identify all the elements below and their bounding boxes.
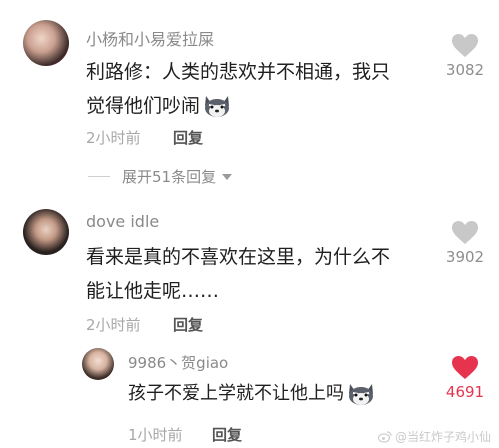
husky-emoji-icon: [349, 384, 373, 405]
reply-text-line: 孩子不爱上学就不让他上吗: [128, 383, 344, 404]
expand-replies-link[interactable]: 展开51条回复: [122, 166, 234, 187]
comment-text-line-2: 觉得他们吵闹: [86, 89, 436, 123]
reply-username[interactable]: 9986丶贺giao: [128, 352, 228, 373]
reply-text: 孩子不爱上学就不让他上吗: [128, 377, 376, 411]
like-count: 3082: [445, 61, 485, 79]
comment-time: 2小时前: [86, 129, 141, 147]
reply-button[interactable]: 回复: [173, 127, 203, 148]
heart-icon[interactable]: [451, 220, 479, 245]
reply-time: 1小时前: [128, 426, 183, 444]
heart-filled-icon[interactable]: [451, 355, 479, 380]
reply-button[interactable]: 回复: [173, 314, 203, 335]
comment-username[interactable]: 小杨和小易爱拉屎: [86, 26, 214, 50]
like-count: 3902: [445, 248, 485, 266]
comment-text-line: 觉得他们吵闹: [86, 95, 201, 117]
comment-text-line: 利路修：人类的悲欢并不相通，我只: [86, 61, 391, 83]
comment-time: 2小时前: [86, 316, 141, 334]
like-count: 4691: [445, 383, 485, 401]
heart-icon[interactable]: [451, 33, 479, 58]
weibo-logo-icon: [378, 430, 392, 443]
caret-down-icon: [222, 173, 233, 180]
avatar[interactable]: [23, 209, 69, 255]
avatar[interactable]: [23, 20, 69, 66]
comment-text-line: 看来是真的不喜欢在这里，为什么不: [86, 246, 391, 268]
watermark: @当红炸子鸡小仙: [378, 428, 491, 445]
divider-line: [88, 176, 110, 177]
expand-replies-label: 展开51条回复: [122, 168, 217, 186]
comment-username[interactable]: dove idle: [86, 212, 159, 231]
watermark-text: @当红炸子鸡小仙: [395, 430, 492, 444]
husky-emoji-icon: [205, 96, 230, 117]
comment-text: 利路修：人类的悲欢并不相通，我只 觉得他们吵闹: [86, 55, 436, 123]
comment-text: 看来是真的不喜欢在这里，为什么不 能让他走呢……: [86, 240, 436, 308]
comment-text-line: 能让他走呢……: [86, 280, 220, 302]
reply-button[interactable]: 回复: [212, 424, 242, 445]
avatar[interactable]: [82, 348, 114, 380]
